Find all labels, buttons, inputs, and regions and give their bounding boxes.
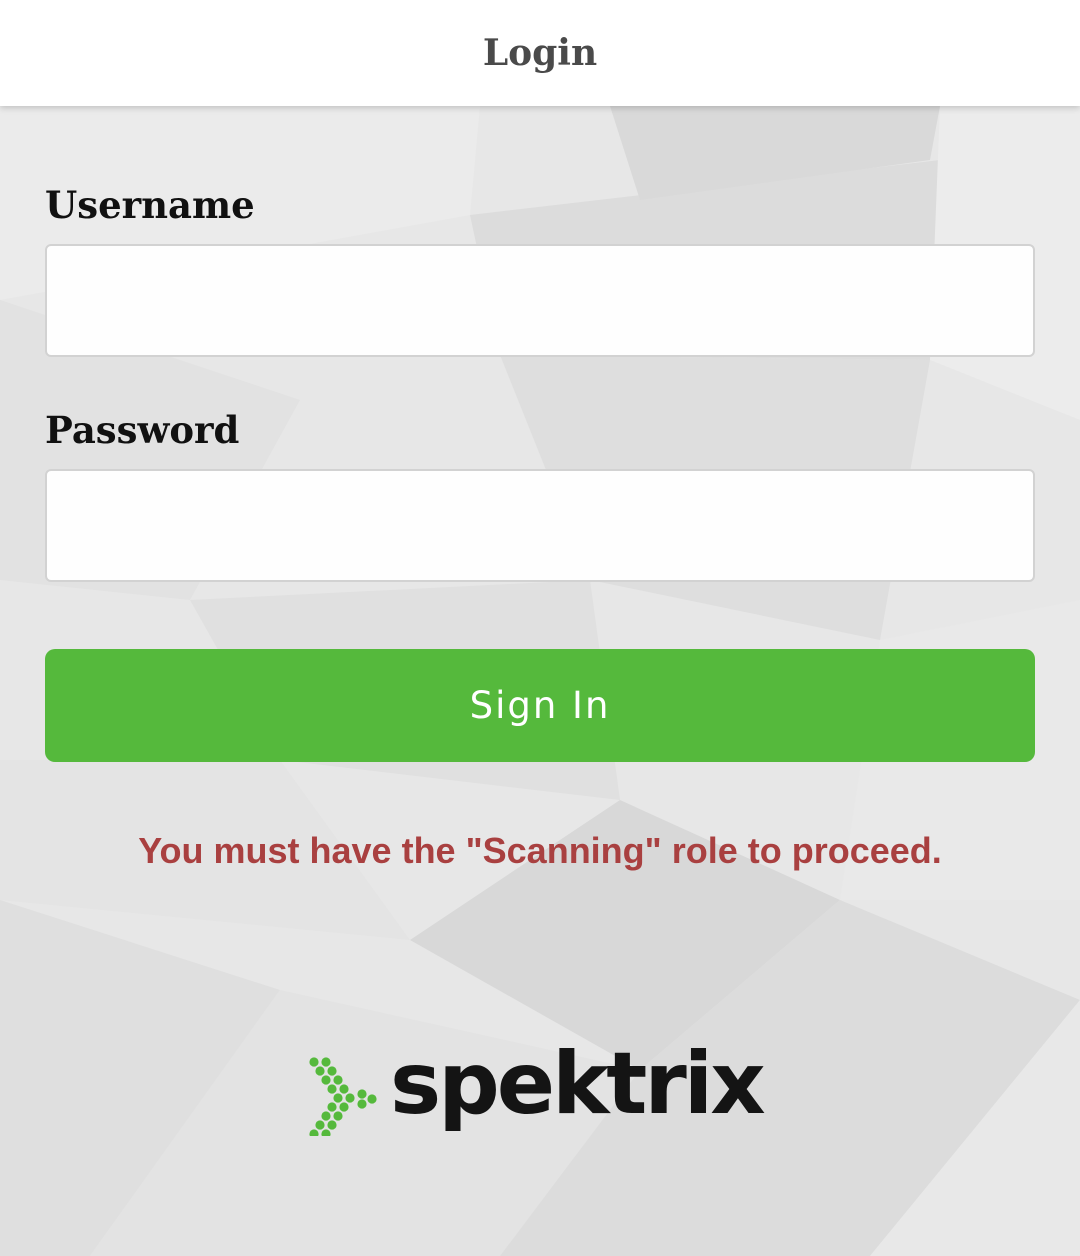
spektrix-wordmark: spektrix (390, 1034, 766, 1134)
username-label: Username (45, 183, 255, 227)
spektrix-dotted-arrow-icon (309, 1057, 377, 1136)
page-title: Login (482, 32, 598, 74)
spektrix-logo: spektrix (308, 1034, 778, 1150)
app-header: Login (0, 0, 1080, 106)
password-label: Password (45, 408, 240, 452)
sign-in-button[interactable]: Sign In (45, 649, 1035, 762)
error-message: You must have the "Scanning" role to pro… (138, 830, 942, 871)
password-input[interactable] (45, 469, 1035, 582)
username-input[interactable] (45, 244, 1035, 357)
